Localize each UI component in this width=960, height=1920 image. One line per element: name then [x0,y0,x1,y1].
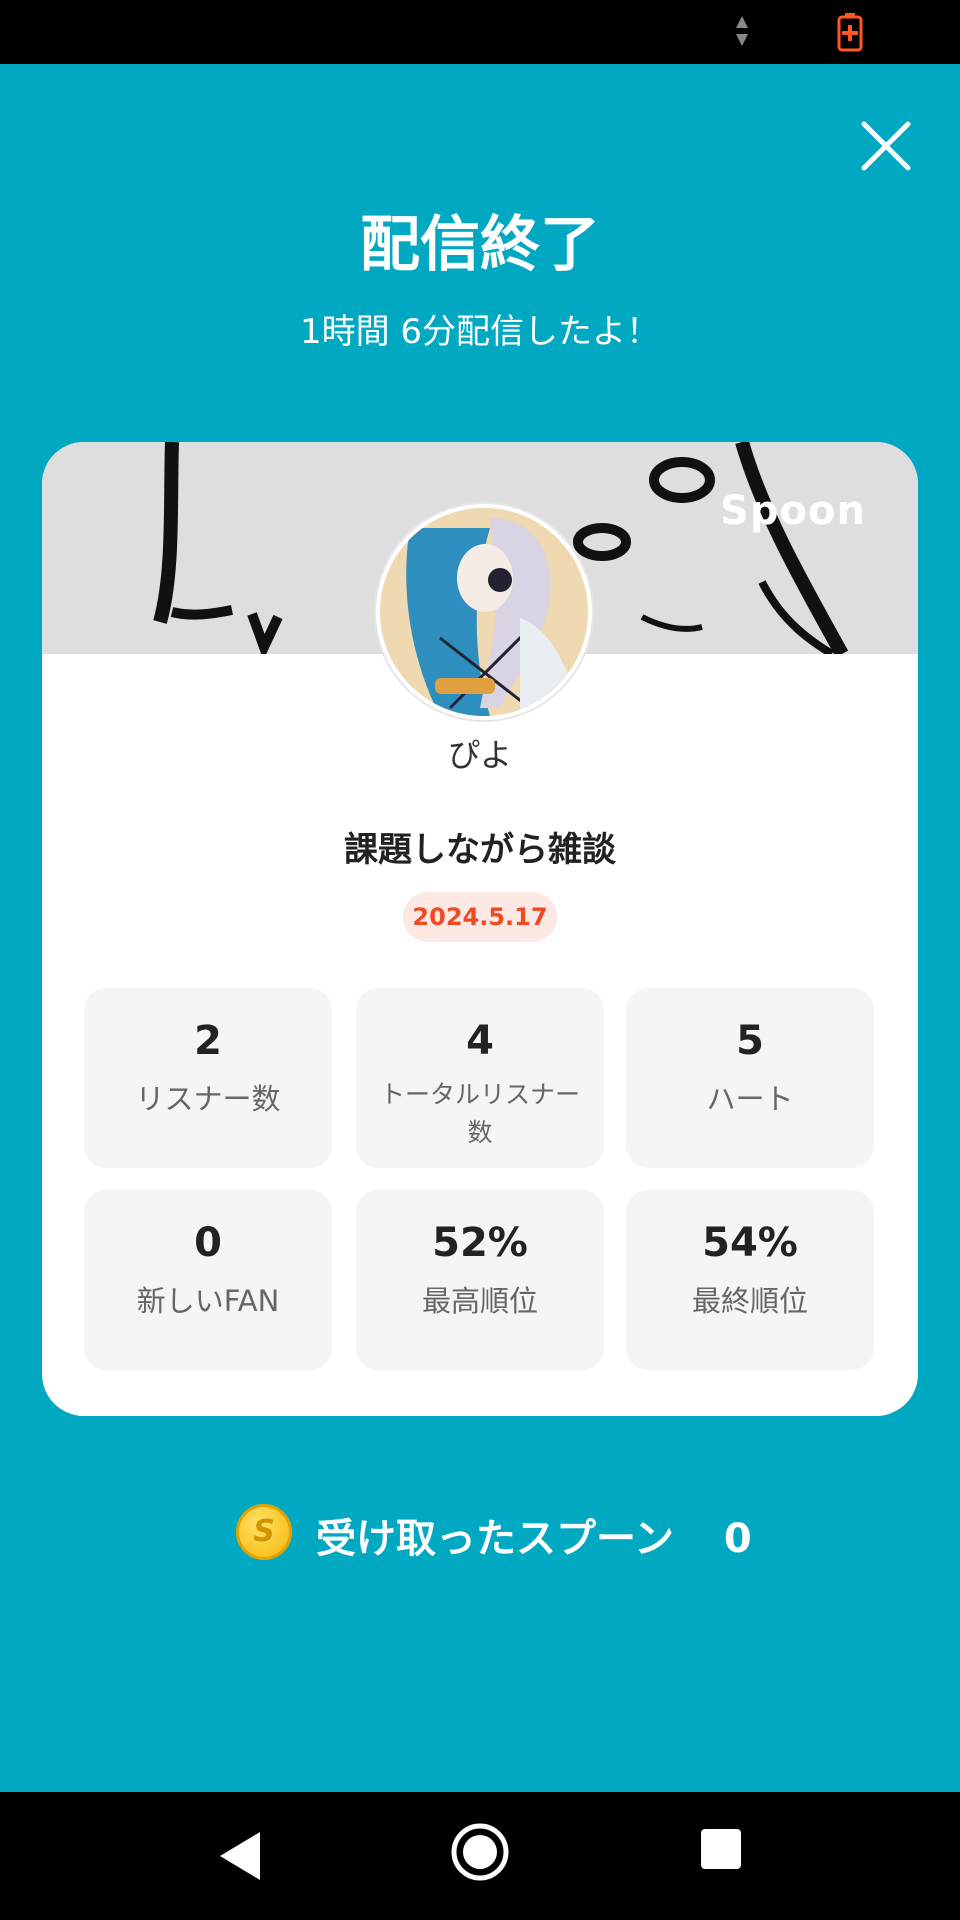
avatar-illustration [380,508,588,716]
stat-listeners: 2 リスナー数 [84,988,332,1168]
stat-value: 5 [736,1018,764,1064]
home-icon[interactable] [450,1822,510,1882]
back-icon[interactable] [216,1828,264,1884]
spoon-logo: Spoon [720,488,866,534]
stat-label: トータルリスナー数 [379,1080,580,1147]
stat-value: 54% [702,1220,798,1266]
avatar[interactable] [376,504,592,720]
stat-value: 52% [432,1220,528,1266]
stat-label: 最高順位 [421,1284,538,1318]
stat-value: 0 [194,1220,222,1266]
received-spoons-label: 受け取ったスプーン [316,1516,674,1562]
stat-hearts: 5 ハート [626,988,874,1168]
stat-label: ハート [706,1082,794,1116]
navigation-bar [0,1792,960,1920]
stat-label: リスナー数 [135,1082,281,1116]
stat-total-listeners: 4 トータルリスナー数 [356,988,604,1168]
battery-charging-icon [837,13,863,52]
username: ぴよ [447,736,512,774]
broadcast-duration: 1時間 6分配信したよ！ [299,312,661,352]
stat-new-fans: 0 新しいFAN [84,1190,332,1370]
date-badge: 2024.5.17 [403,892,557,942]
stat-highest-rank: 52% 最高順位 [356,1190,604,1370]
stat-value: 2 [194,1018,222,1064]
stat-final-rank: 54% 最終順位 [626,1190,874,1370]
stat-value: 4 [466,1018,494,1064]
page-title: 配信終了 [360,210,600,280]
status-bar [0,0,960,64]
recent-apps-icon[interactable] [700,1828,742,1870]
broadcast-summary-card: Spoon ぴよ 課題しながら雑談 2024.5.17 2 リスナー数 4 トー… [42,442,918,1416]
data-activity-icon [736,16,748,46]
received-spoons: S 受け取ったスプーン 0 [0,1500,960,1564]
received-spoons-text: 受け取ったスプーン 0 [316,1506,752,1564]
received-spoons-count: 0 [723,1516,752,1562]
stat-label: 新しいFAN [136,1284,280,1318]
spoon-coin-icon: S [236,1504,292,1560]
close-icon[interactable] [858,118,914,174]
stat-label: 最終順位 [691,1284,808,1318]
live-title: 課題しながら雑談 [344,830,616,870]
